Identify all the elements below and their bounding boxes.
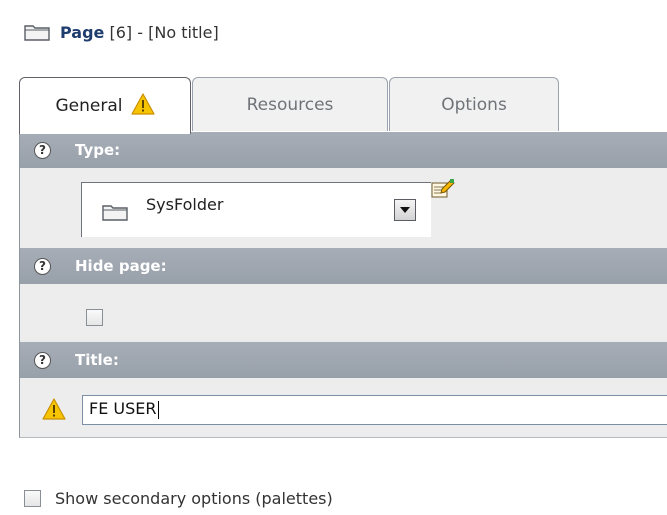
type-select[interactable]: SysFolder <box>81 182 431 237</box>
type-section-header: ? Type: <box>20 132 667 168</box>
edit-record-icon[interactable] <box>431 177 455 203</box>
tab-general-label: General <box>55 96 123 116</box>
hide-page-checkbox[interactable] <box>86 309 103 326</box>
warning-icon <box>130 92 155 120</box>
secondary-options-label: Show secondary options (palettes) <box>55 489 333 508</box>
title-input-value: FE USER <box>89 399 157 418</box>
title-section-header: ? Title: <box>20 342 667 378</box>
tab-options[interactable]: Options <box>389 77 559 131</box>
type-label: Type: <box>75 141 121 159</box>
title-input[interactable]: FE USER <box>82 395 667 425</box>
hide-page-row <box>20 284 667 340</box>
tab-resources-label: Resources <box>246 94 334 115</box>
page-form: Page [6] - [No title] General Resources … <box>0 0 667 515</box>
title-label: Title: <box>75 351 119 369</box>
tab-general[interactable]: General <box>19 77 191 134</box>
text-caret <box>157 400 159 419</box>
secondary-options-checkbox[interactable] <box>24 490 41 507</box>
secondary-options-toggle[interactable]: Show secondary options (palettes) <box>24 489 333 508</box>
hide-page-label: Hide page: <box>75 257 167 275</box>
warning-icon <box>42 398 66 424</box>
general-tab-panel: ? Type: SysFolder ? Hide page: ? Title: … <box>19 132 667 438</box>
record-header: Page [6] - [No title] <box>24 20 219 44</box>
type-select-value: SysFolder <box>146 195 224 214</box>
chevron-down-icon[interactable] <box>394 199 416 221</box>
folder-icon <box>102 203 128 225</box>
help-icon[interactable]: ? <box>34 141 51 159</box>
hide-page-section-header: ? Hide page: <box>20 248 667 284</box>
folder-icon <box>24 23 50 41</box>
help-icon[interactable]: ? <box>34 257 51 275</box>
tab-options-label: Options <box>441 94 507 115</box>
help-icon[interactable]: ? <box>34 351 51 369</box>
tab-resources[interactable]: Resources <box>192 77 388 131</box>
page-title: Page [6] - [No title] <box>60 22 219 42</box>
